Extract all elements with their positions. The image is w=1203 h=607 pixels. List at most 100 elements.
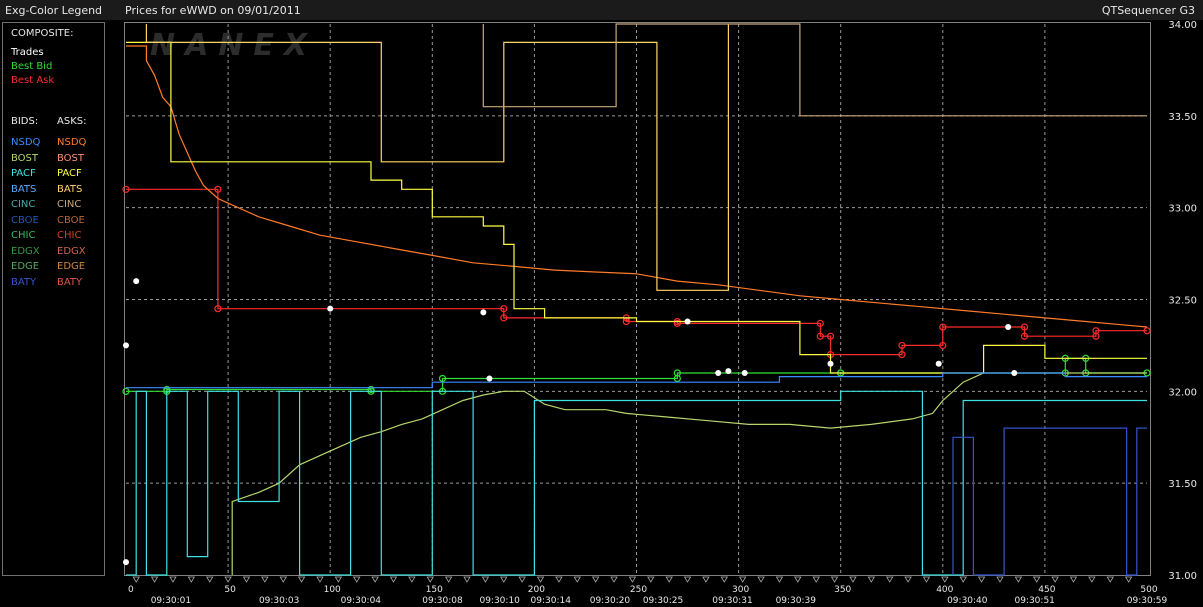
- time-tick-marker: [555, 576, 563, 583]
- time-tick-marker: [904, 576, 912, 583]
- time-tick-marker: [316, 576, 324, 583]
- x-tick-label: 250: [630, 585, 647, 595]
- x-tick-label: 150: [426, 585, 443, 595]
- time-tick-marker: [242, 576, 251, 583]
- series-line-cinc: [482, 23, 1147, 117]
- time-tick-marker: [389, 576, 398, 583]
- time-tick-marker: [1069, 576, 1078, 583]
- time-tick-marker: [1106, 576, 1114, 583]
- y-tick-label: 31.00: [1168, 571, 1197, 582]
- y-tick-label: 33.00: [1168, 204, 1197, 215]
- time-tick-marker: [683, 576, 692, 583]
- time-tick-marker: [132, 576, 140, 583]
- time-label: 09:30:01: [151, 596, 191, 606]
- time-label: 09:30:04: [341, 596, 382, 606]
- time-tick-marker: [702, 576, 710, 583]
- time-tick-marker: [481, 576, 490, 583]
- time-label: 09:30:25: [643, 596, 683, 606]
- y-tick-label: 32.00: [1168, 387, 1197, 398]
- x-tick-label: 0: [128, 585, 134, 595]
- time-tick-marker: [959, 576, 967, 583]
- trade-point: [684, 318, 691, 325]
- time-tick-marker: [1124, 576, 1133, 583]
- time-tick-marker: [996, 576, 1004, 583]
- time-tick-marker: [922, 576, 931, 583]
- x-tick-label: 200: [528, 585, 545, 595]
- time-tick-marker: [738, 576, 747, 583]
- time-label: 09:30:51: [1014, 596, 1054, 606]
- time-tick-marker: [1014, 576, 1023, 583]
- trade-point: [486, 375, 493, 382]
- series-line-bats: [145, 24, 729, 291]
- trade-point: [133, 278, 140, 285]
- time-tick-marker: [941, 576, 949, 583]
- x-tick-label: 100: [324, 585, 341, 595]
- time-tick-marker: [812, 576, 820, 583]
- y-tick-label: 31.50: [1168, 479, 1197, 490]
- time-tick-marker: [647, 576, 655, 583]
- time-tick-marker: [1033, 576, 1041, 583]
- trade-point: [1005, 324, 1012, 331]
- time-tick-marker: [463, 576, 471, 583]
- time-tick-marker: [977, 576, 986, 583]
- time-tick-marker: [279, 576, 287, 583]
- time-tick-marker: [628, 576, 637, 583]
- time-tick-marker: [757, 576, 765, 583]
- price-chart: 31.00 31.50 32.00 32.50 33.00 33.50 34.00 0 50 10…: [122, 20, 1197, 606]
- x-tick-label: 500: [1140, 585, 1157, 595]
- time-tick-marker: [886, 576, 894, 583]
- time-label: 09:30:14: [531, 596, 572, 606]
- time-tick-marker: [720, 576, 729, 583]
- trade-point: [123, 342, 129, 349]
- time-tick-marker: [444, 576, 453, 583]
- time-label: 09:30:08: [422, 596, 463, 606]
- time-tick-marker: [591, 576, 600, 583]
- trade-point: [935, 360, 942, 367]
- time-tick-marker: [224, 576, 232, 583]
- series-line-bost: [231, 372, 1147, 575]
- x-tick-label: 400: [936, 585, 953, 595]
- time-tick-marker: [408, 576, 416, 583]
- time-tick-marker: [169, 576, 177, 583]
- time-label: 09:30:39: [776, 596, 817, 606]
- time-tick-marker: [849, 576, 857, 583]
- y-tick-label: 32.50: [1168, 296, 1197, 307]
- time-tick-marker: [353, 576, 361, 583]
- time-tick-marker: [426, 576, 434, 583]
- trade-point: [741, 369, 748, 376]
- time-tick-marker: [371, 576, 379, 583]
- x-tick-label: 300: [732, 585, 749, 595]
- time-tick-marker: [665, 576, 673, 583]
- time-tick-marker: [206, 576, 214, 583]
- trade-point: [827, 360, 834, 367]
- trade-point: [480, 309, 487, 316]
- series-line-baty-bid: [952, 427, 1147, 576]
- time-label: 09:30:20: [590, 596, 631, 606]
- time-tick-marker: [1051, 576, 1059, 583]
- y-tick-label: 33.50: [1168, 112, 1197, 123]
- time-tick-marker: [187, 576, 196, 583]
- time-tick-marker: [150, 576, 159, 583]
- time-tick-marker: [518, 576, 526, 583]
- y-tick-label: 34.00: [1168, 20, 1197, 31]
- time-tick-marker: [794, 576, 802, 583]
- trade-point: [725, 368, 732, 375]
- time-tick-marker: [500, 576, 508, 583]
- x-tick-label: 350: [834, 585, 851, 595]
- time-tick-marker: [830, 576, 839, 583]
- trade-point: [1011, 369, 1018, 376]
- time-label: 09:30:59: [1127, 596, 1168, 606]
- trade-point: [327, 305, 334, 312]
- time-label: 09:30:31: [712, 596, 752, 606]
- time-label: 09:30:40: [947, 596, 988, 606]
- time-label: 09:30:03: [259, 596, 299, 606]
- time-tick-marker: [334, 576, 343, 583]
- x-tick-label: 450: [1038, 585, 1055, 595]
- time-label: 09:30:10: [479, 596, 520, 606]
- time-tick-marker: [297, 576, 306, 583]
- x-tick-label: 50: [224, 585, 236, 595]
- time-tick-marker: [261, 576, 269, 583]
- time-tick-marker: [573, 576, 581, 583]
- trade-point: [715, 369, 722, 376]
- time-tick-marker: [775, 576, 784, 583]
